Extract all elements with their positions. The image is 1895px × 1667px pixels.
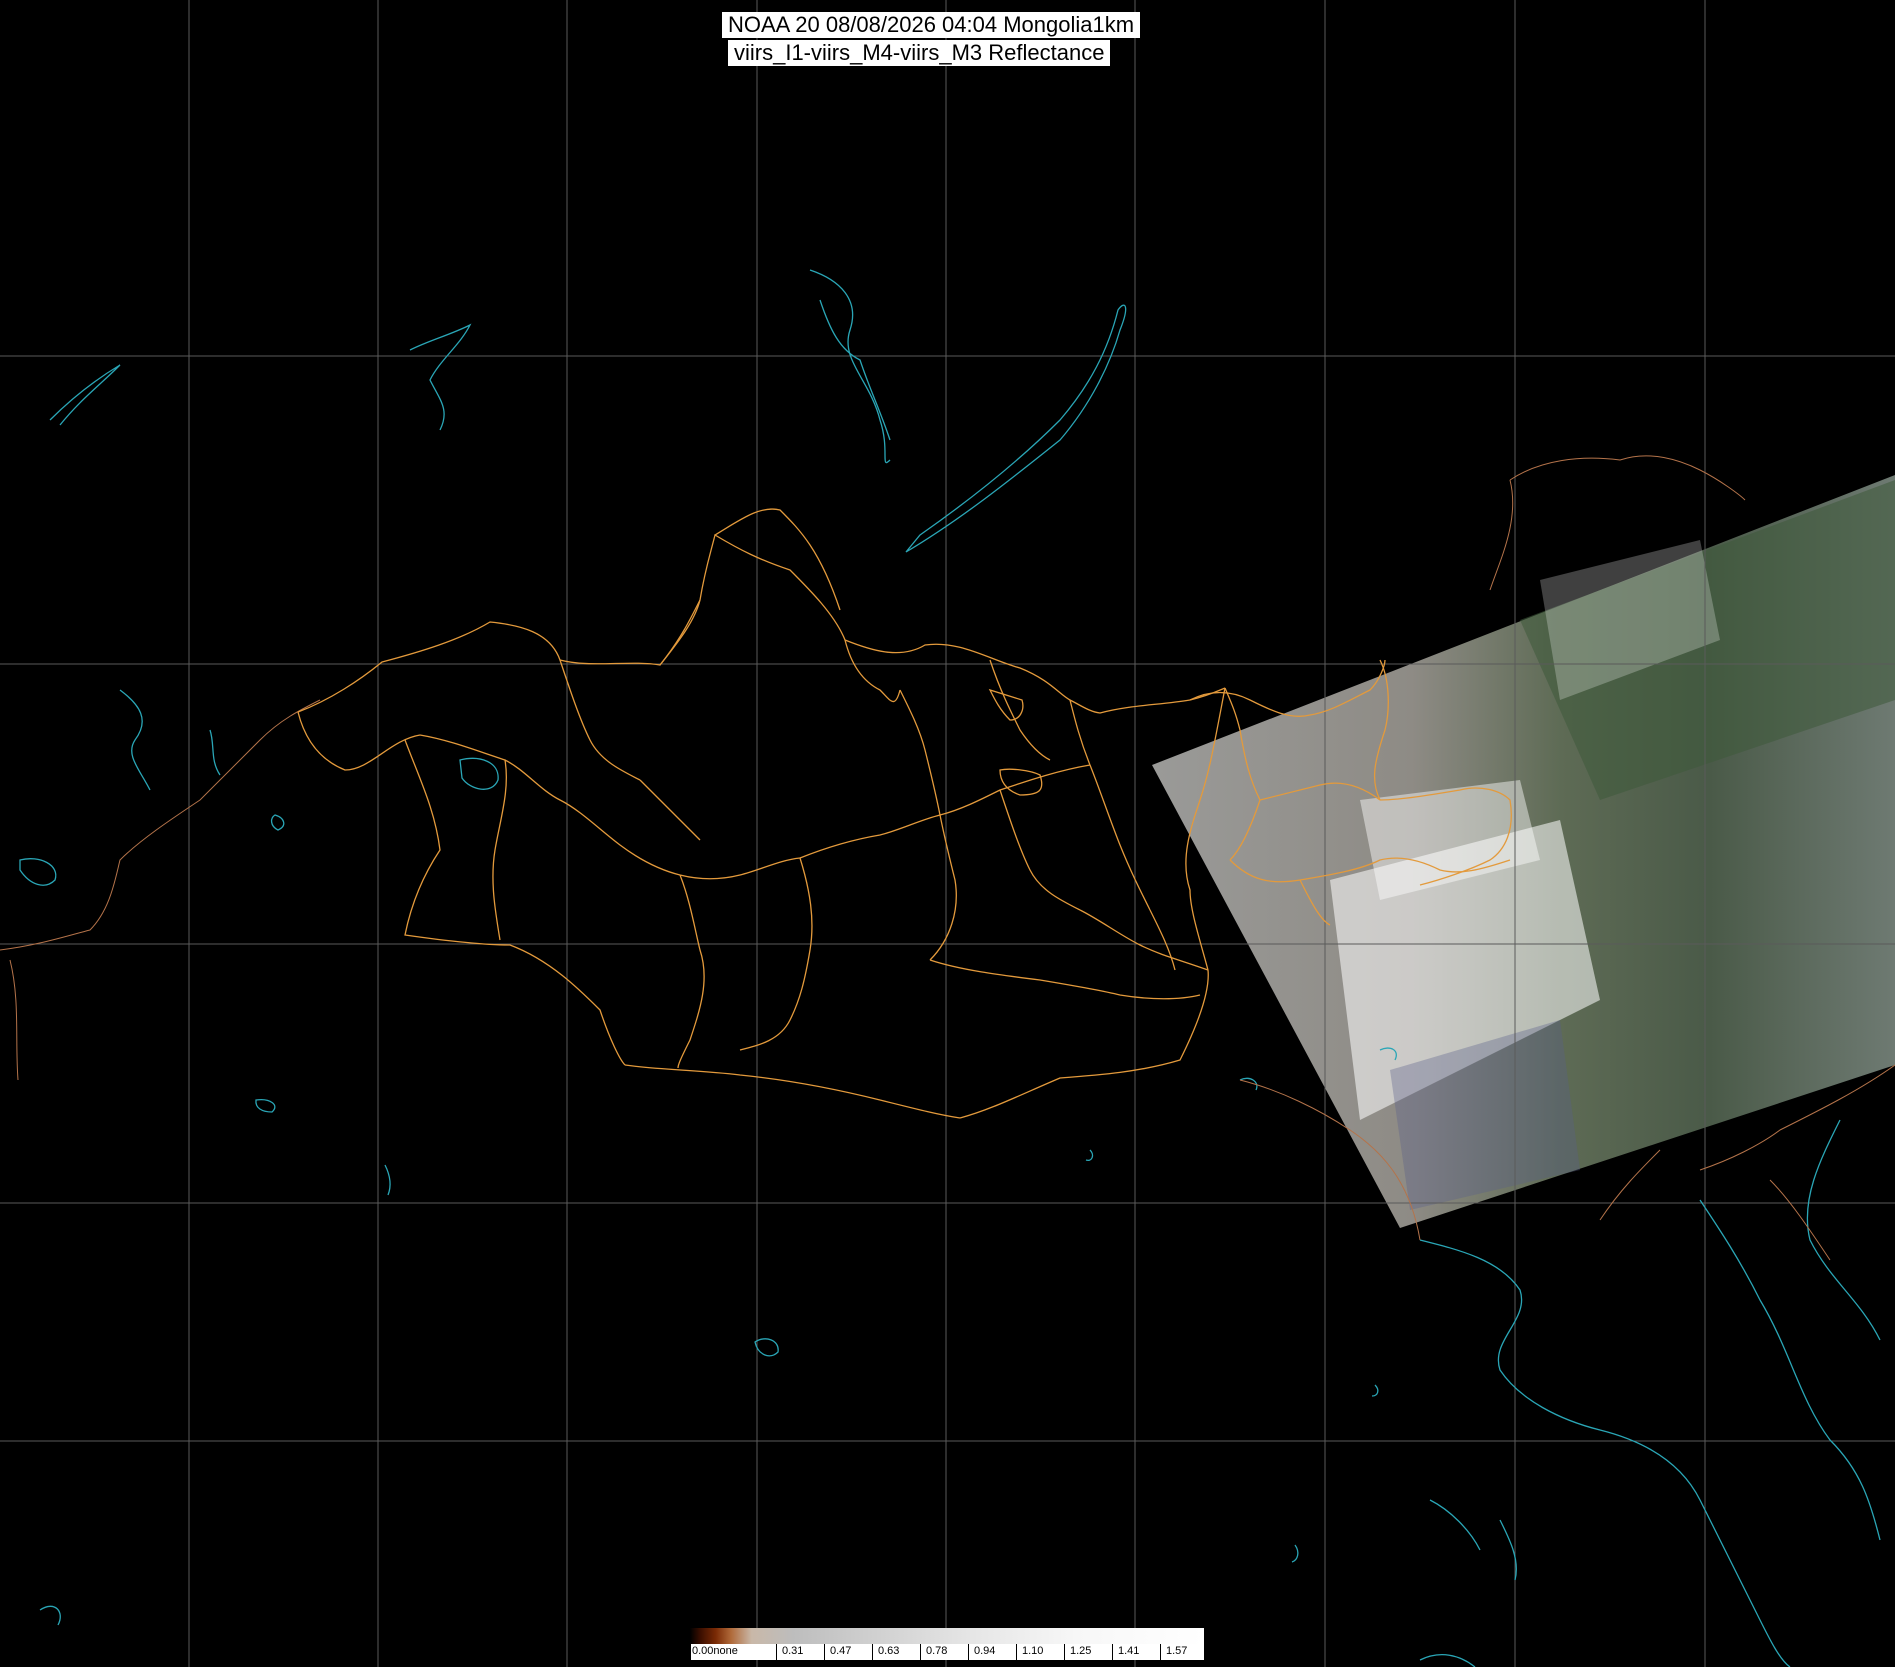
colorbar-legend: 0.00none 0.31 0.47 0.63 0.78 0.94 1.10 1… [690, 1628, 1204, 1660]
colorbar-tick [872, 1644, 873, 1660]
colorbar-labels: 0.00none 0.31 0.47 0.63 0.78 0.94 1.10 1… [690, 1644, 1204, 1660]
colorbar-tick [776, 1644, 777, 1660]
colorbar-ramp [690, 1628, 1204, 1644]
colorbar-label: 1.41 [1118, 1645, 1140, 1657]
map-title-line2: viirs_I1-viirs_M4-viirs_M3 Reflectance [728, 40, 1111, 66]
colorbar-label: 0.31 [782, 1645, 804, 1657]
colorbar-tick [1160, 1644, 1161, 1660]
colorbar-label: 1.25 [1070, 1645, 1092, 1657]
satellite-map [0, 0, 1895, 1667]
map-title-line1: NOAA 20 08/08/2026 04:04 Mongolia1km [722, 12, 1141, 38]
colorbar-label: 1.57 [1166, 1645, 1188, 1657]
colorbar-tick [690, 1644, 691, 1660]
colorbar-label: 0.78 [926, 1645, 948, 1657]
colorbar-label: 0.00none [692, 1645, 738, 1657]
colorbar-tick [1064, 1644, 1065, 1660]
colorbar-tick [920, 1644, 921, 1660]
colorbar-label: 1.10 [1022, 1645, 1044, 1657]
colorbar-tick [824, 1644, 825, 1660]
colorbar-label: 0.94 [974, 1645, 996, 1657]
colorbar-tick [1112, 1644, 1113, 1660]
colorbar-label: 0.47 [830, 1645, 852, 1657]
colorbar-label: 0.63 [878, 1645, 900, 1657]
colorbar-tick [968, 1644, 969, 1660]
satellite-swath [1152, 475, 1895, 1228]
colorbar-tick [1016, 1644, 1017, 1660]
